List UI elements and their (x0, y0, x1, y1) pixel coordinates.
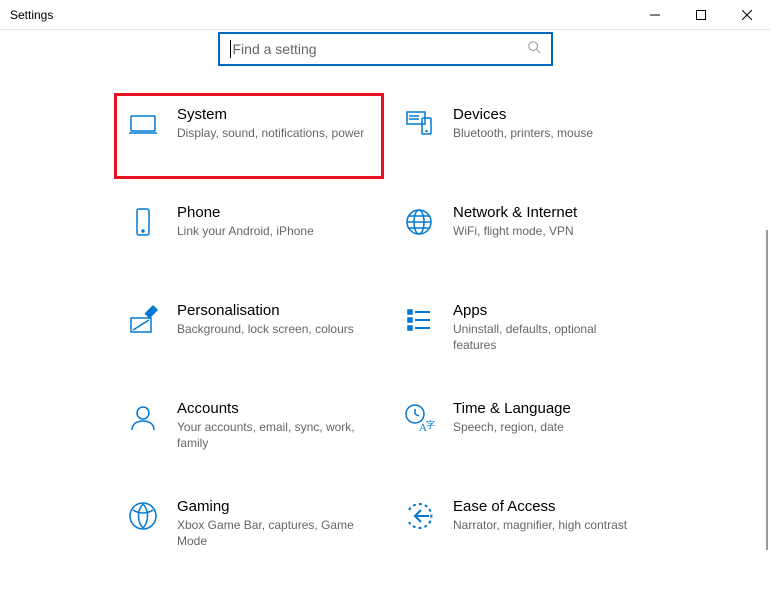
category-text: System Display, sound, notifications, po… (177, 106, 367, 141)
category-text: Apps Uninstall, defaults, optional featu… (453, 302, 643, 353)
category-text: Time & Language Speech, region, date (453, 400, 643, 435)
category-desc: Your accounts, email, sync, work, family (177, 419, 367, 451)
category-title: Network & Internet (453, 204, 643, 221)
category-title: Phone (177, 204, 367, 221)
category-system[interactable]: System Display, sound, notifications, po… (114, 93, 384, 179)
categories-grid: System Display, sound, notifications, po… (0, 106, 770, 558)
category-time-language[interactable]: A 字 Time & Language Speech, region, date (403, 400, 643, 460)
category-gaming[interactable]: Gaming Xbox Game Bar, captures, Game Mod… (127, 498, 367, 558)
category-desc: WiFi, flight mode, VPN (453, 223, 643, 239)
system-icon (127, 108, 159, 140)
category-title: Apps (453, 302, 643, 319)
person-icon (127, 402, 159, 434)
category-title: Ease of Access (453, 498, 643, 515)
category-desc: Background, lock screen, colours (177, 321, 367, 337)
category-ease-of-access[interactable]: Ease of Access Narrator, magnifier, high… (403, 498, 643, 558)
close-button[interactable] (724, 0, 770, 30)
category-network[interactable]: Network & Internet WiFi, flight mode, VP… (403, 204, 643, 264)
category-desc: Xbox Game Bar, captures, Game Mode (177, 517, 367, 549)
category-accounts[interactable]: Accounts Your accounts, email, sync, wor… (127, 400, 367, 460)
category-title: Personalisation (177, 302, 367, 319)
devices-icon (403, 108, 435, 140)
category-text: Network & Internet WiFi, flight mode, VP… (453, 204, 643, 239)
window-controls (632, 0, 770, 30)
category-desc: Bluetooth, printers, mouse (453, 125, 643, 141)
category-text: Phone Link your Android, iPhone (177, 204, 367, 239)
paint-icon (127, 304, 159, 336)
gaming-icon (127, 500, 159, 532)
category-desc: Speech, region, date (453, 419, 643, 435)
search-icon (527, 40, 541, 59)
category-phone[interactable]: Phone Link your Android, iPhone (127, 204, 367, 264)
window-title: Settings (10, 8, 53, 22)
category-desc: Narrator, magnifier, high contrast (453, 517, 643, 533)
scrollbar-thumb[interactable] (766, 230, 768, 550)
phone-icon (127, 206, 159, 238)
apps-icon (403, 304, 435, 336)
time-language-icon: A 字 (403, 402, 435, 434)
category-title: Gaming (177, 498, 367, 515)
category-text: Ease of Access Narrator, magnifier, high… (453, 498, 643, 533)
minimize-button[interactable] (632, 0, 678, 30)
category-title: Accounts (177, 400, 367, 417)
category-desc: Uninstall, defaults, optional features (453, 321, 643, 353)
search-box[interactable] (218, 32, 553, 66)
maximize-button[interactable] (678, 0, 724, 30)
category-text: Devices Bluetooth, printers, mouse (453, 106, 643, 141)
category-desc: Link your Android, iPhone (177, 223, 367, 239)
ease-of-access-icon (403, 500, 435, 532)
category-title: System (177, 106, 367, 123)
category-title: Devices (453, 106, 643, 123)
titlebar: Settings (0, 0, 770, 30)
category-apps[interactable]: Apps Uninstall, defaults, optional featu… (403, 302, 643, 362)
category-devices[interactable]: Devices Bluetooth, printers, mouse (403, 106, 643, 166)
category-desc: Display, sound, notifications, power (177, 125, 367, 141)
category-text: Gaming Xbox Game Bar, captures, Game Mod… (177, 498, 367, 549)
category-text: Personalisation Background, lock screen,… (177, 302, 367, 337)
content-area: System Display, sound, notifications, po… (0, 30, 770, 558)
category-personalisation[interactable]: Personalisation Background, lock screen,… (127, 302, 367, 362)
category-text: Accounts Your accounts, email, sync, wor… (177, 400, 367, 451)
category-title: Time & Language (453, 400, 643, 417)
globe-icon (403, 206, 435, 238)
svg-text:字: 字 (426, 419, 435, 430)
search-input[interactable] (230, 40, 527, 58)
